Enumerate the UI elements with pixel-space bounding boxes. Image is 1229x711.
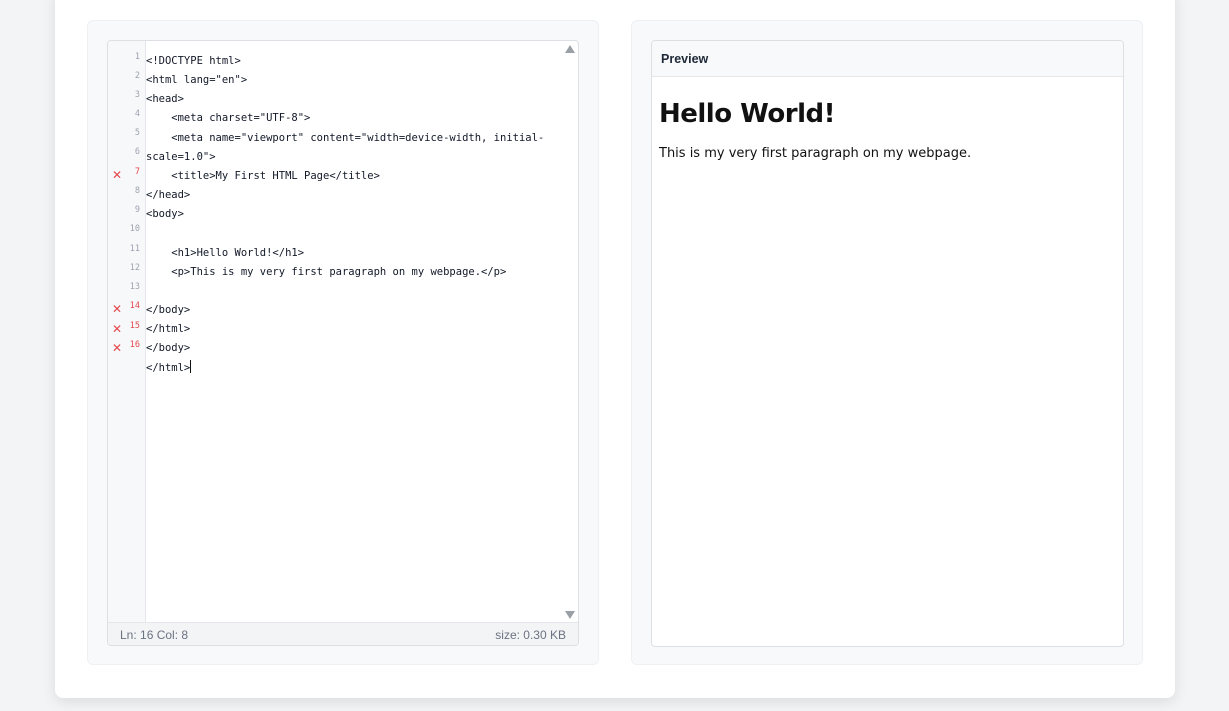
- line-number: 15: [129, 321, 140, 331]
- gutter-line: 1: [108, 52, 146, 71]
- code-line[interactable]: <!DOCTYPE html>: [146, 54, 241, 73]
- editor-scrollbar[interactable]: [562, 41, 578, 623]
- gutter-line: ✕ 14: [108, 301, 146, 320]
- line-number: 12: [129, 263, 140, 273]
- error-icon[interactable]: ✕: [112, 303, 122, 315]
- scroll-up-icon[interactable]: [565, 45, 575, 53]
- gutter-line: 9: [108, 205, 146, 224]
- line-number: 14: [129, 301, 140, 311]
- code-line[interactable]: <title>My First HTML Page</title>: [146, 169, 380, 188]
- line-gutter: 1 2 3 4 5 6 ✕ 7 8 9 10 11 12 13 ✕ 14 ✕ 15 ✕ 16: [108, 41, 146, 623]
- line-number: 13: [129, 282, 140, 292]
- line-number: 16: [129, 340, 140, 350]
- scroll-down-icon[interactable]: [565, 611, 575, 619]
- code-line[interactable]: </body>: [146, 341, 190, 360]
- preview-paragraph: This is my very first paragraph on my we…: [659, 146, 972, 161]
- gutter-line: 2: [108, 71, 146, 90]
- code-editor[interactable]: 1 2 3 4 5 6 ✕ 7 8 9 10 11 12 13 ✕ 14 ✕ 15 ✕ 16 <!DOCTYPE ht…: [107, 40, 579, 646]
- error-icon[interactable]: ✕: [112, 169, 122, 181]
- gutter-line: 8: [108, 186, 146, 205]
- line-number: 10: [129, 224, 140, 234]
- file-size: size: 0.30 KB: [495, 628, 566, 642]
- code-line[interactable]: </head>: [146, 188, 190, 207]
- gutter-line: 3: [108, 90, 146, 109]
- code-line[interactable]: <html lang="en">: [146, 73, 247, 92]
- line-number: 2: [134, 71, 140, 81]
- line-number: 11: [129, 244, 140, 254]
- code-line[interactable]: <body>: [146, 207, 184, 226]
- code-line[interactable]: </body>: [146, 303, 190, 322]
- preview-title: Preview: [652, 41, 1123, 77]
- line-number: 3: [134, 90, 140, 100]
- line-number: 4: [134, 109, 140, 119]
- line-number: 5: [134, 128, 140, 138]
- gutter-line: 11: [108, 244, 146, 263]
- gutter-line: 4: [108, 109, 146, 128]
- preview-heading: Hello World!: [659, 99, 835, 129]
- line-number: 1: [134, 52, 140, 62]
- line-number: 6: [134, 147, 140, 157]
- preview-panel: Preview Hello World! This is my very fir…: [631, 20, 1143, 665]
- code-line[interactable]: <meta charset="UTF-8">: [146, 111, 310, 130]
- line-number: 8: [134, 186, 140, 196]
- error-icon[interactable]: ✕: [112, 342, 122, 354]
- cursor-position: Ln: 16 Col: 8: [120, 628, 189, 642]
- code-line[interactable]: </html>: [146, 322, 190, 341]
- preview-content: Hello World! This is my very first parag…: [652, 77, 1123, 185]
- gutter-line: 5: [108, 128, 146, 147]
- gutter-line: 6: [108, 147, 146, 166]
- editor-panel: 1 2 3 4 5 6 ✕ 7 8 9 10 11 12 13 ✕ 14 ✕ 15 ✕ 16 <!DOCTYPE ht…: [87, 20, 599, 665]
- text-cursor: [190, 360, 192, 373]
- code-line[interactable]: </html>: [146, 360, 192, 379]
- line-number: 9: [134, 205, 140, 215]
- code-line[interactable]: scale=1.0">: [146, 150, 216, 169]
- code-line[interactable]: <p>This is my very first paragraph on my…: [146, 265, 506, 284]
- line-number: 7: [134, 167, 140, 177]
- gutter-line: ✕ 7: [108, 167, 146, 186]
- code-area[interactable]: <!DOCTYPE html> <html lang="en"> <head> <m…: [146, 41, 564, 623]
- code-line[interactable]: <h1>Hello World!</h1>: [146, 246, 304, 265]
- editor-statusbar: Ln: 16 Col: 8 size: 0.30 KB: [108, 622, 578, 645]
- error-icon[interactable]: ✕: [112, 323, 122, 335]
- code-line[interactable]: <meta name="viewport" content="width=dev…: [146, 131, 544, 150]
- gutter-line: 10: [108, 224, 146, 243]
- gutter-line: 13: [108, 282, 146, 301]
- gutter-line: 12: [108, 263, 146, 282]
- gutter-line: ✕ 16: [108, 340, 146, 359]
- gutter-line: ✕ 15: [108, 321, 146, 340]
- code-line[interactable]: <head>: [146, 92, 184, 111]
- preview-frame: Preview Hello World! This is my very fir…: [651, 40, 1124, 647]
